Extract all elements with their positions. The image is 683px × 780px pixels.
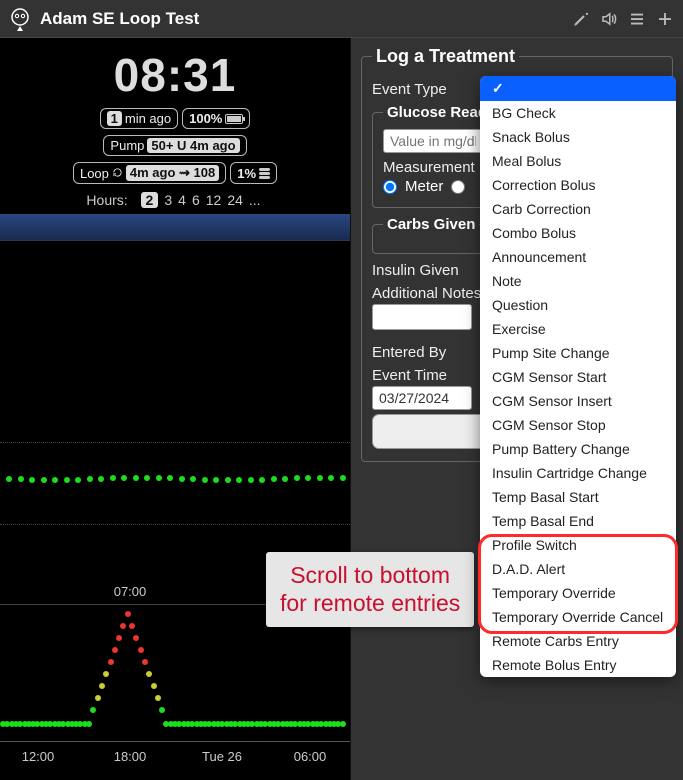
dropdown-option[interactable]: Remote Carbs Entry (480, 629, 676, 653)
dropdown-option[interactable]: Pump Battery Change (480, 437, 676, 461)
time-axis-label: 12:00 (22, 749, 55, 764)
time-ago-pill[interactable]: 1 min ago (100, 108, 178, 129)
dropdown-option[interactable]: CGM Sensor Start (480, 365, 676, 389)
hours-option[interactable]: 2 (141, 192, 159, 208)
dropdown-option[interactable]: Insulin Cartridge Change (480, 461, 676, 485)
dropdown-option[interactable]: Note (480, 269, 676, 293)
time-axis-label: 18:00 (114, 749, 147, 764)
topbar: Adam SE Loop Test (0, 0, 683, 38)
hours-option[interactable]: 4 (178, 192, 186, 208)
edit-icon[interactable] (571, 9, 591, 29)
meter-label: Meter (405, 178, 443, 195)
left-panel: 08:31 1 min ago 100% Pump 50+ U 4m ago (0, 38, 350, 780)
annotation-callout: Scroll to bottom for remote entries (266, 552, 474, 627)
dropdown-option[interactable]: Carb Correction (480, 197, 676, 221)
log-treatment-legend: Log a Treatment (372, 46, 519, 67)
event-time-input[interactable] (372, 386, 472, 410)
hours-option[interactable]: 12 (206, 192, 222, 208)
hours-selector: Hours: 23461224... (0, 192, 350, 208)
plus-icon[interactable] (655, 9, 675, 29)
hours-option[interactable]: 6 (192, 192, 200, 208)
dropdown-option[interactable]: Temp Basal Start (480, 485, 676, 509)
dropdown-option[interactable]: Remote Bolus Entry (480, 653, 676, 677)
glucose-chart[interactable]: 07:00 12:00 18:00 Tue 26 06:00 (0, 214, 350, 764)
hours-option[interactable]: 24 (227, 192, 243, 208)
menu-icon[interactable] (627, 9, 647, 29)
carbs-legend: Carbs Given (383, 216, 479, 233)
dropdown-option[interactable]: CGM Sensor Insert (480, 389, 676, 413)
dropdown-option[interactable]: Profile Switch (480, 533, 676, 557)
clock: 08:31 (0, 48, 350, 102)
pump-pill[interactable]: Pump 50+ U 4m ago (103, 135, 246, 156)
dropdown-option[interactable]: Question (480, 293, 676, 317)
database-icon (259, 168, 270, 179)
dropdown-option[interactable] (480, 76, 676, 101)
loop-refresh-icon (112, 166, 123, 181)
time-axis-label: Tue 26 (202, 749, 242, 764)
dropdown-option[interactable]: Temp Basal End (480, 509, 676, 533)
time-axis-label: 07:00 (114, 584, 147, 599)
dropdown-option[interactable]: Announcement (480, 245, 676, 269)
volume-icon[interactable] (599, 9, 619, 29)
dropdown-option[interactable]: Temporary Override (480, 581, 676, 605)
dropdown-option[interactable]: BG Check (480, 101, 676, 125)
logo-icon (8, 7, 32, 31)
dropdown-option[interactable]: Exercise (480, 317, 676, 341)
loop-pill[interactable]: Loop 4m ago ⇝ 108 (73, 162, 226, 184)
dropdown-option[interactable]: Snack Bolus (480, 125, 676, 149)
meter-radio[interactable] (383, 180, 397, 194)
hours-option[interactable]: ... (249, 192, 261, 208)
dropdown-option[interactable]: D.A.D. Alert (480, 557, 676, 581)
glucose-input[interactable] (383, 129, 483, 153)
sensor-radio[interactable] (451, 180, 465, 194)
battery-icon (225, 114, 243, 124)
dropdown-option[interactable]: Meal Bolus (480, 149, 676, 173)
rate-pill[interactable]: 1% (230, 162, 277, 184)
dropdown-option[interactable]: Temporary Override Cancel (480, 605, 676, 629)
dropdown-option[interactable]: Correction Bolus (480, 173, 676, 197)
notes-input[interactable] (372, 304, 472, 330)
dropdown-option[interactable]: Pump Site Change (480, 341, 676, 365)
time-axis-label: 06:00 (294, 749, 327, 764)
battery-pill[interactable]: 100% (182, 108, 250, 129)
hours-option[interactable]: 3 (164, 192, 172, 208)
dropdown-option[interactable]: Combo Bolus (480, 221, 676, 245)
app-title: Adam SE Loop Test (40, 9, 199, 29)
dropdown-option[interactable]: CGM Sensor Stop (480, 413, 676, 437)
event-type-dropdown[interactable]: BG CheckSnack BolusMeal BolusCorrection … (480, 76, 676, 677)
